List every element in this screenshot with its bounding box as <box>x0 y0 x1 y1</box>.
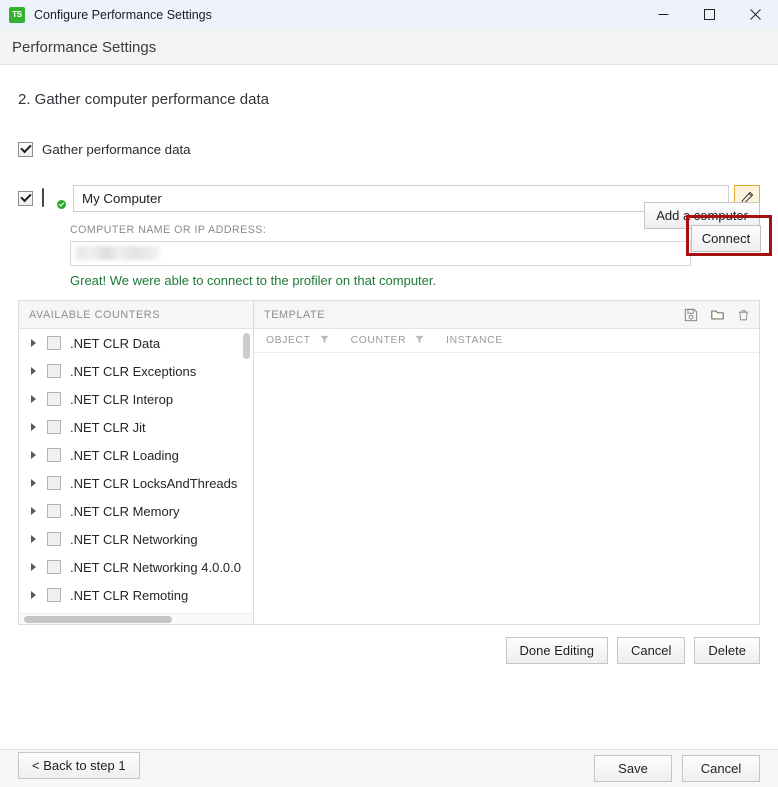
counter-label: .NET CLR Interop <box>70 391 174 407</box>
ip-address-row: Connect <box>70 215 772 266</box>
cancel-editing-button[interactable]: Cancel <box>616 637 686 664</box>
connect-button[interactable]: Connect <box>691 225 761 252</box>
counters-panels: AVAILABLE COUNTERS .NET CLR Data .NET CL… <box>18 300 760 625</box>
counter-checkbox[interactable] <box>47 588 61 602</box>
delete-template-icon[interactable] <box>733 305 753 325</box>
expand-arrow-icon[interactable] <box>31 507 36 515</box>
template-column-instance[interactable]: INSTANCE <box>446 335 503 346</box>
expand-arrow-icon[interactable] <box>31 339 36 347</box>
counter-checkbox[interactable] <box>47 504 61 518</box>
expand-arrow-icon[interactable] <box>31 395 36 403</box>
template-rows-area[interactable] <box>254 353 759 624</box>
counter-label: .NET CLR Loading <box>70 447 179 463</box>
counter-item[interactable]: .NET CLR LocksAndThreads <box>19 469 253 497</box>
counter-item[interactable]: .NET CLR Networking <box>19 525 253 553</box>
available-counters-list[interactable]: .NET CLR Data .NET CLR Exceptions .NET C… <box>19 329 253 624</box>
computer-name-input[interactable] <box>73 184 729 212</box>
counter-checkbox[interactable] <box>47 392 61 406</box>
gather-performance-data-label: Gather performance data <box>42 141 191 157</box>
template-column-instance-label: INSTANCE <box>446 335 503 346</box>
app-icon: TS <box>9 6 25 23</box>
counter-item[interactable]: .NET CLR Jit <box>19 413 253 441</box>
counter-item[interactable]: .NET CLR Loading <box>19 441 253 469</box>
counter-item[interactable]: .NET CLR Exceptions <box>19 357 253 385</box>
counter-item[interactable]: .NET CLR Remoting <box>19 581 253 609</box>
counters-vertical-scrollbar[interactable] <box>243 333 250 359</box>
counters-horizontal-scroll-thumb[interactable] <box>24 616 172 623</box>
template-header-label: TEMPLATE <box>264 308 325 321</box>
main-content: 2. Gather computer performance data Gath… <box>0 65 778 779</box>
footer-cancel-button[interactable]: Cancel <box>682 755 760 782</box>
filter-icon[interactable] <box>320 335 329 347</box>
ip-address-label: COMPUTER NAME OR IP ADDRESS: <box>70 224 267 236</box>
expand-arrow-icon[interactable] <box>31 535 36 543</box>
counter-item[interactable]: .NET CLR Data <box>19 329 253 357</box>
counter-checkbox[interactable] <box>47 560 61 574</box>
counter-item[interactable]: .NET CLR Memory <box>19 497 253 525</box>
counter-label: .NET CLR Data <box>70 335 161 351</box>
counter-label: .NET CLR Remoting <box>70 587 189 603</box>
counters-horizontal-scrollbar[interactable] <box>19 613 253 624</box>
counter-label: .NET CLR Exceptions <box>70 363 197 379</box>
template-column-counter-label: COUNTER <box>350 335 407 346</box>
gather-performance-data-checkbox[interactable] <box>18 141 33 157</box>
edit-action-buttons: Done Editing Cancel Delete <box>18 637 760 664</box>
counter-item[interactable]: .NET CLR Networking 4.0.0.0 <box>19 553 253 581</box>
counter-checkbox[interactable] <box>47 448 61 462</box>
template-column-object-label: OBJECT <box>266 335 311 346</box>
save-template-icon[interactable] <box>681 305 701 325</box>
counter-label: .NET CLR Jit <box>70 419 146 435</box>
open-template-icon[interactable] <box>707 305 727 325</box>
counter-label: .NET CLR Networking 4.0.0.0 <box>70 559 241 575</box>
counter-checkbox[interactable] <box>47 420 61 434</box>
step-title: 2. Gather computer performance data <box>18 91 269 108</box>
expand-arrow-icon[interactable] <box>31 563 36 571</box>
filter-icon[interactable] <box>415 335 424 347</box>
counter-checkbox[interactable] <box>47 336 61 350</box>
template-column-headers: OBJECT COUNTER INSTANCE <box>254 329 759 353</box>
window-controls <box>640 0 778 30</box>
counter-checkbox[interactable] <box>47 364 61 378</box>
counter-label: .NET CLR Memory <box>70 503 180 519</box>
available-counters-panel: AVAILABLE COUNTERS .NET CLR Data .NET CL… <box>19 301 254 624</box>
counter-checkbox[interactable] <box>47 476 61 490</box>
done-editing-button[interactable]: Done Editing <box>505 637 608 664</box>
close-button[interactable] <box>732 0 778 30</box>
counter-label: .NET CLR LocksAndThreads <box>70 475 238 491</box>
counter-item[interactable]: .NET CLR Interop <box>19 385 253 413</box>
expand-arrow-icon[interactable] <box>31 367 36 375</box>
computer-monitor-connected-icon <box>42 187 67 210</box>
gather-performance-data-row[interactable]: Gather performance data <box>18 138 760 160</box>
counter-checkbox[interactable] <box>47 532 61 546</box>
available-counters-header: AVAILABLE COUNTERS <box>19 301 253 329</box>
delete-computer-button[interactable]: Delete <box>694 637 760 664</box>
counter-label: .NET CLR Networking <box>70 531 198 547</box>
page-title: Performance Settings <box>12 38 157 56</box>
template-panel: TEMPLATE OBJECT COUNTER INSTANCE <box>254 301 759 624</box>
template-column-object[interactable]: OBJECT <box>266 335 351 347</box>
template-column-counter[interactable]: COUNTER <box>351 335 447 347</box>
ip-input-wrapper <box>70 241 691 266</box>
expand-arrow-icon[interactable] <box>31 591 36 599</box>
template-header-bar: TEMPLATE <box>254 301 759 329</box>
page-header-band: Performance Settings <box>0 30 778 65</box>
minimize-button[interactable] <box>640 0 686 30</box>
expand-arrow-icon[interactable] <box>31 479 36 487</box>
maximize-button[interactable] <box>686 0 732 30</box>
save-button[interactable]: Save <box>594 755 672 782</box>
connection-success-message: Great! We were able to connect to the pr… <box>70 273 437 288</box>
expand-arrow-icon[interactable] <box>31 423 36 431</box>
template-toolbar <box>681 305 753 325</box>
configure-performance-settings-window: TS Configure Performance Settings Perfor… <box>0 0 778 787</box>
ip-address-input[interactable] <box>70 241 691 266</box>
window-title: Configure Performance Settings <box>34 7 212 22</box>
expand-arrow-icon[interactable] <box>31 451 36 459</box>
title-bar: TS Configure Performance Settings <box>0 0 778 30</box>
computer-enabled-checkbox[interactable] <box>18 190 33 206</box>
back-to-step-1-button[interactable]: < Back to step 1 <box>18 752 140 779</box>
computer-details: COMPUTER NAME OR IP ADDRESS: Connect Gre… <box>70 215 772 288</box>
